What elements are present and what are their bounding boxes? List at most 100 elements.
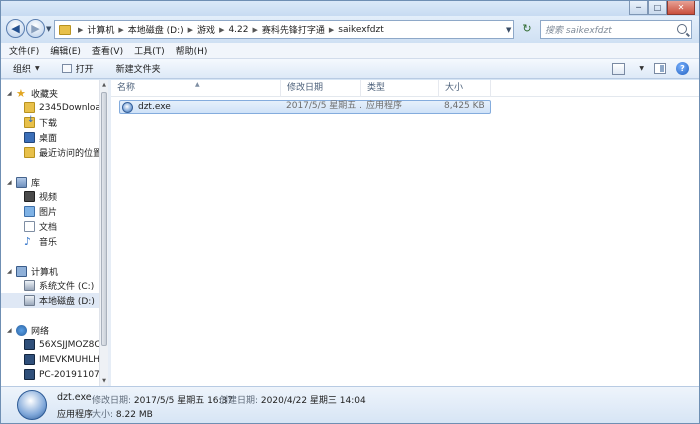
address-bar[interactable]: ▶ 计算机 ▶ 本地磁盘 (D:) ▶ 游戏 ▶ 4.22 ▶ 赛科先锋打字通 …: [54, 20, 514, 39]
menu-view[interactable]: 查看(V): [92, 44, 123, 57]
nav-item-videos[interactable]: 视频: [1, 189, 99, 204]
details-file-name: dzt.exe: [57, 392, 92, 403]
nav-item-downloads[interactable]: 下载: [1, 115, 99, 130]
nav-item-recent[interactable]: 最近访问的位置: [1, 145, 99, 160]
back-button[interactable]: ◀: [6, 19, 25, 38]
expand-icon[interactable]: ◢: [7, 268, 14, 275]
nav-item-pc-1[interactable]: 56XSJJMOZ8C7: [1, 337, 99, 352]
nav-item-label: 系统文件 (C:): [39, 282, 95, 292]
preview-pane-icon[interactable]: [654, 63, 666, 74]
nav-item-label: 2345Downloads: [39, 102, 99, 113]
column-header-size[interactable]: 大小: [439, 80, 491, 97]
organize-button[interactable]: 组织 ▼: [13, 62, 40, 75]
breadcrumb-4-22[interactable]: 4.22: [228, 25, 248, 35]
change-view-icon[interactable]: [612, 62, 626, 75]
nav-item-music[interactable]: ♪ 音乐: [1, 234, 99, 249]
menu-file[interactable]: 文件(F): [9, 44, 39, 57]
nav-libraries[interactable]: ◢ 库: [1, 175, 99, 190]
scroll-down-icon[interactable]: ▼: [101, 377, 107, 385]
forward-button[interactable]: ▶: [26, 19, 45, 38]
chevron-right-icon[interactable]: ▶: [188, 26, 193, 34]
nav-item-label: 视频: [39, 193, 58, 203]
breadcrumb-saikexfdzt[interactable]: saikexfdzt: [338, 25, 383, 35]
application-icon: [17, 390, 47, 420]
close-button[interactable]: ✕: [667, 1, 695, 15]
expand-icon[interactable]: ◢: [7, 327, 14, 334]
nav-network[interactable]: ◢ 网络: [1, 323, 99, 338]
chevron-down-icon: ▼: [35, 65, 40, 72]
computer-icon: [16, 266, 27, 277]
file-name: dzt.exe: [138, 101, 171, 112]
breadcrumb-computer[interactable]: 计算机: [87, 23, 114, 36]
expand-icon[interactable]: ◢: [7, 179, 14, 186]
address-dropdown[interactable]: ▼: [506, 26, 511, 34]
breadcrumb-drive-d[interactable]: 本地磁盘 (D:): [128, 23, 184, 36]
details-pane: dzt.exe 应用程序 修改日期: 2017/5/5 星期五 16:37 创建…: [1, 386, 699, 423]
size-value: 8.22 MB: [115, 410, 153, 420]
music-icon: ♪: [24, 235, 32, 248]
search-box[interactable]: 搜索 saikexfdzt: [540, 20, 692, 39]
expand-icon[interactable]: ◢: [7, 90, 14, 97]
nav-item-label: 音乐: [39, 238, 58, 248]
nav-item-documents[interactable]: 文档: [1, 219, 99, 234]
scroll-up-icon[interactable]: ▲: [101, 81, 107, 89]
chevron-right-icon[interactable]: ▶: [219, 26, 224, 34]
file-row-dzt-exe[interactable]: dzt.exe 2017/5/5 星期五 ... 应用程序 8,425 KB: [119, 100, 491, 114]
nav-item-label: 56XSJJMOZ8C7: [39, 339, 99, 350]
modified-label: 修改日期:: [92, 396, 132, 406]
chevron-right-icon[interactable]: ▶: [253, 26, 258, 34]
nav-item-drive-c[interactable]: 系统文件 (C:): [1, 278, 99, 293]
file-date: 2017/5/5 星期五 ...: [286, 101, 362, 111]
network-pc-icon: [24, 369, 35, 380]
menu-help[interactable]: 帮助(H): [176, 44, 208, 57]
nav-item-pictures[interactable]: 图片: [1, 204, 99, 219]
column-date-label: 修改日期: [287, 83, 324, 93]
column-header-type[interactable]: 类型: [361, 80, 439, 97]
title-bar[interactable]: ─ □ ✕: [1, 1, 699, 16]
menu-edit[interactable]: 编辑(E): [50, 44, 81, 57]
nav-favorites[interactable]: ◢ ★ 收藏夹: [1, 86, 99, 101]
folder-icon: [24, 102, 35, 113]
refresh-icon[interactable]: ↻: [520, 22, 534, 36]
view-controls: ▼ ?: [612, 62, 689, 75]
desktop-icon: [24, 132, 35, 143]
view-dropdown-icon[interactable]: ▼: [639, 65, 644, 72]
created-label: 创建日期:: [219, 396, 259, 406]
nav-computer-label: 计算机: [31, 268, 59, 278]
search-input[interactable]: 搜索 saikexfdzt: [545, 23, 612, 36]
column-header-name[interactable]: 名称 ▲: [111, 80, 281, 97]
nav-item-label: 图片: [39, 208, 58, 218]
minimize-button[interactable]: ─: [629, 1, 648, 15]
recent-pages-dropdown[interactable]: ▼: [46, 25, 51, 33]
breadcrumb-typing-app[interactable]: 赛科先锋打字通: [262, 23, 325, 36]
nav-computer[interactable]: ◢ 计算机: [1, 264, 99, 279]
breadcrumb-games[interactable]: 游戏: [197, 23, 215, 36]
nav-item-label: 文档: [39, 223, 58, 233]
nav-item-2345downloads[interactable]: 2345Downloads: [1, 100, 99, 115]
nav-item-drive-d[interactable]: 本地磁盘 (D:): [1, 293, 99, 308]
nav-item-pc-3[interactable]: PC-20191107SK: [1, 367, 99, 382]
chevron-right-icon[interactable]: ▶: [329, 26, 334, 34]
help-icon[interactable]: ?: [676, 62, 689, 75]
maximize-button[interactable]: □: [648, 1, 667, 15]
column-name-label: 名称: [117, 83, 136, 93]
nav-item-pc-2[interactable]: IMEVKMUHLHI: [1, 352, 99, 367]
nav-item-label: 本地磁盘 (D:): [39, 297, 95, 307]
organize-label: 组织: [13, 65, 32, 75]
file-list: 名称 ▲ 修改日期 类型 大小 dzt.exe 2017/5/5 星期五 ...…: [111, 80, 699, 386]
column-header-date[interactable]: 修改日期: [281, 80, 361, 97]
menu-tools[interactable]: 工具(T): [134, 44, 165, 57]
explorer-window: ─ □ ✕ ◀ ▶ ▼ ▶ 计算机 ▶ 本地磁盘 (D:) ▶ 游戏 ▶ 4.2…: [0, 0, 700, 424]
chevron-right-icon[interactable]: ▶: [118, 26, 123, 34]
nav-item-desktop[interactable]: 桌面: [1, 130, 99, 145]
nav-favorites-label: 收藏夹: [31, 90, 59, 100]
column-type-label: 类型: [367, 83, 386, 93]
nav-scrollbar[interactable]: ▲ ▼: [99, 80, 108, 386]
scrollbar-thumb[interactable]: [101, 92, 107, 346]
search-icon[interactable]: [677, 24, 687, 34]
nav-item-label: IMEVKMUHLHI: [39, 354, 99, 365]
open-button[interactable]: 打开: [61, 62, 94, 75]
new-folder-button[interactable]: 新建文件夹: [116, 62, 161, 75]
chevron-right-icon[interactable]: ▶: [78, 26, 83, 34]
nav-item-label: 桌面: [39, 134, 58, 144]
